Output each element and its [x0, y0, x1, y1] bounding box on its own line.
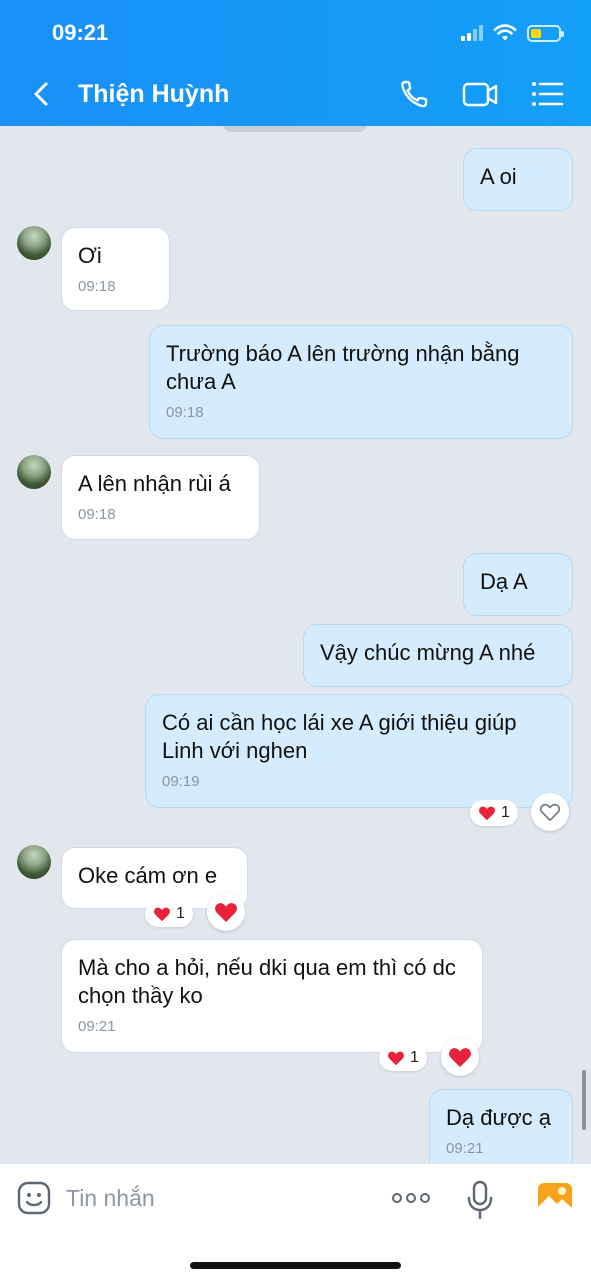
message-text: Mà cho a hỏi, nếu dki qua em thì có dc c…: [78, 955, 456, 1008]
react-button[interactable]: [441, 1038, 479, 1076]
message-list[interactable]: A oi Ơi 09:18 Trường báo A lên trường nh…: [0, 126, 591, 1163]
message-text: Trường báo A lên trường nhận bằng chưa A: [166, 341, 520, 394]
reaction-count[interactable]: 1: [470, 800, 518, 826]
message-time: 09:18: [78, 278, 116, 295]
scrollbar[interactable]: [582, 1070, 586, 1130]
message-text: A oi: [480, 164, 517, 189]
message-time: 09:19: [162, 773, 200, 790]
heart-icon: [449, 1048, 471, 1067]
react-button[interactable]: [531, 793, 569, 831]
message-bubble-outgoing[interactable]: Trường báo A lên trường nhận bằng chưa A…: [149, 325, 573, 439]
message-text: A lên nhận rùi á: [78, 471, 231, 496]
message-time: 09:21: [78, 1018, 116, 1035]
date-pill: [222, 126, 368, 132]
contact-name[interactable]: Thiện Huỳnh: [78, 80, 229, 109]
phone-icon[interactable]: [396, 76, 436, 112]
message-bubble-outgoing[interactable]: Dạ A: [463, 553, 573, 616]
message-composer: [0, 1163, 591, 1280]
message-time: 09:18: [166, 404, 204, 421]
message-bubble-incoming[interactable]: Ơi 09:18: [61, 227, 170, 311]
status-time: 09:21: [52, 20, 109, 45]
message-input[interactable]: [66, 1182, 366, 1214]
message-bubble-outgoing[interactable]: Có ai cần học lái xe A giới thiệu giúp L…: [145, 694, 573, 808]
status-icons: [461, 22, 564, 44]
chat-header: 09:21 Thiện Huỳnh: [0, 0, 591, 126]
reaction-count-value: 1: [410, 1049, 419, 1066]
message-bubble-outgoing[interactable]: A oi: [463, 148, 573, 211]
reaction-count[interactable]: 1: [379, 1045, 427, 1071]
message-time: 09:21: [446, 1140, 484, 1157]
message-text: Có ai cần học lái xe A giới thiệu giúp L…: [162, 710, 517, 763]
message-bubble-outgoing[interactable]: Dạ được ạ 09:21: [429, 1089, 573, 1163]
heart-icon: [154, 907, 170, 922]
contact-avatar[interactable]: [17, 455, 51, 489]
reaction-count-value: 1: [176, 905, 185, 922]
reaction-count-value: 1: [501, 804, 510, 821]
heart-icon: [388, 1051, 404, 1066]
heart-icon: [215, 903, 237, 922]
heart-icon: [479, 806, 495, 821]
message-bubble-outgoing[interactable]: Vậy chúc mừng A nhé: [303, 624, 573, 687]
battery-icon: [527, 24, 564, 42]
message-text: Oke cám ơn e: [78, 863, 218, 888]
reaction-count[interactable]: 1: [145, 901, 193, 927]
message-text: Ơi: [78, 243, 102, 268]
microphone-icon[interactable]: [466, 1180, 494, 1220]
message-time: 09:18: [78, 506, 116, 523]
message-text: Dạ được ạ: [446, 1105, 551, 1130]
heart-outline-icon: [539, 803, 561, 821]
video-call-icon[interactable]: [460, 76, 500, 112]
image-gallery-icon[interactable]: [536, 1180, 574, 1216]
home-indicator: [190, 1262, 401, 1269]
menu-list-icon[interactable]: [528, 76, 568, 112]
more-options-icon[interactable]: [391, 1186, 431, 1210]
sticker-icon[interactable]: [16, 1180, 52, 1216]
contact-avatar[interactable]: [17, 226, 51, 260]
back-button[interactable]: [26, 76, 56, 112]
message-text: Vậy chúc mừng A nhé: [320, 640, 536, 665]
signal-icon: [461, 25, 483, 41]
message-bubble-incoming[interactable]: Mà cho a hỏi, nếu dki qua em thì có dc c…: [61, 939, 483, 1053]
message-bubble-incoming[interactable]: A lên nhận rùi á 09:18: [61, 455, 260, 540]
wifi-icon: [493, 24, 517, 41]
message-text: Dạ A: [480, 569, 528, 594]
contact-avatar[interactable]: [17, 845, 51, 879]
react-button[interactable]: [207, 893, 245, 931]
